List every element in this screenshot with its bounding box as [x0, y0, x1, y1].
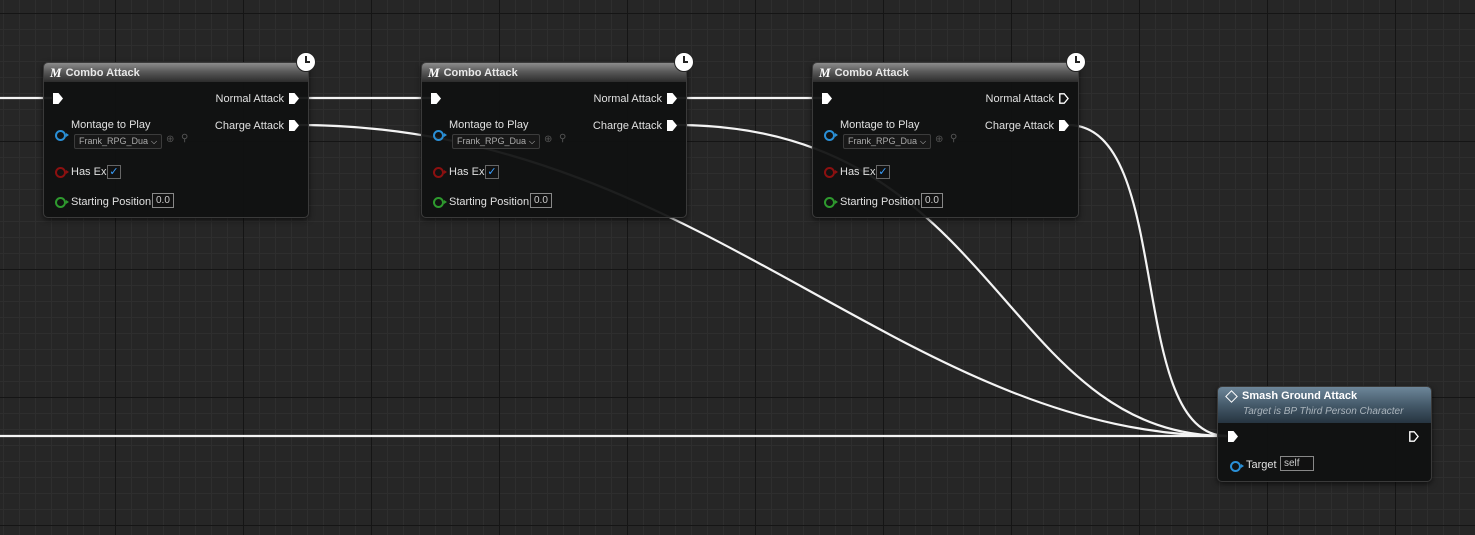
has-ex-checkbox[interactable]: ✓ [485, 165, 499, 179]
target-label: Target [1246, 459, 1277, 471]
starting-position-label: Starting Position [71, 196, 152, 208]
has-ex-pin[interactable] [55, 167, 72, 178]
charge-attack-label: Charge Attack [214, 120, 284, 132]
smash-ground-attack-node[interactable]: Smash Ground Attack Target is BP Third P… [1217, 386, 1432, 482]
starting-position-input[interactable]: 0.0 [530, 193, 552, 208]
montage-value: Frank_RPG_Dua [79, 136, 149, 146]
montage-value: Frank_RPG_Dua [457, 136, 527, 146]
normal-attack-pin[interactable] [1059, 93, 1069, 104]
exec-input-pin[interactable] [53, 93, 63, 104]
function-title: Smash Ground Attack [1242, 390, 1358, 402]
chevron-down-icon: ⌵ [920, 137, 927, 146]
chevron-down-icon: ⌵ [151, 137, 158, 146]
montage-value: Frank_RPG_Dua [848, 136, 918, 146]
montage-icon: M [50, 64, 62, 80]
normal-attack-label: Normal Attack [985, 93, 1054, 105]
combo-attack-node-1[interactable]: M Combo Attack Normal Attack Charge Atta… [43, 52, 316, 218]
starting-position-pin[interactable] [824, 197, 841, 208]
normal-attack-label: Normal Attack [593, 93, 662, 105]
node-title: Combo Attack [443, 66, 518, 79]
starting-position-pin[interactable] [55, 197, 72, 208]
montage-label: Montage to Play [449, 119, 529, 131]
function-subtitle: Target is BP Third Person Character [1243, 406, 1404, 417]
montage-label: Montage to Play [71, 119, 151, 131]
target-input[interactable]: self [1280, 456, 1314, 471]
normal-attack-pin[interactable] [289, 93, 299, 104]
function-icon [1225, 390, 1238, 403]
normal-attack-label: Normal Attack [215, 93, 284, 105]
clock-icon [296, 52, 316, 72]
browse-icon[interactable]: ⚲ [181, 133, 188, 144]
clock-icon [1066, 52, 1086, 72]
montage-label: Montage to Play [840, 119, 920, 131]
exec-input-pin[interactable] [822, 93, 832, 104]
clock-icon [674, 52, 694, 72]
has-ex-checkbox[interactable]: ✓ [876, 165, 890, 179]
node-header[interactable]: M Combo Attack [44, 63, 308, 82]
starting-position-pin[interactable] [433, 197, 450, 208]
charge-attack-pin[interactable] [667, 120, 677, 131]
starting-position-input[interactable]: 0.0 [152, 193, 174, 208]
use-asset-icon[interactable]: ⊕ [935, 134, 943, 145]
montage-dropdown[interactable]: Frank_RPG_Dua ⌵ [843, 134, 932, 149]
montage-pin[interactable] [824, 130, 841, 141]
node-title: Combo Attack [65, 66, 140, 79]
has-ex-label: Has Ex [71, 166, 107, 178]
node-title: Combo Attack [834, 66, 909, 79]
has-ex-label: Has Ex [840, 166, 876, 178]
montage-icon: M [819, 64, 831, 80]
node-header[interactable]: M Combo Attack [813, 63, 1078, 82]
combo-attack-node-2[interactable]: M Combo Attack Normal Attack Charge Atta… [421, 52, 694, 218]
exec-input-pin[interactable] [1228, 431, 1238, 442]
montage-icon: M [428, 64, 440, 80]
normal-attack-pin[interactable] [667, 93, 677, 104]
chevron-down-icon: ⌵ [529, 137, 536, 146]
starting-position-input[interactable]: 0.0 [921, 193, 943, 208]
use-asset-icon[interactable]: ⊕ [544, 134, 552, 145]
combo-attack-node-3[interactable]: M Combo Attack Normal Attack Charge Atta… [812, 52, 1086, 218]
montage-pin[interactable] [433, 130, 450, 141]
charge-attack-label: Charge Attack [592, 120, 662, 132]
has-ex-pin[interactable] [433, 167, 450, 178]
has-ex-pin[interactable] [824, 167, 841, 178]
charge-attack-label: Charge Attack [984, 120, 1054, 132]
use-asset-icon[interactable]: ⊕ [166, 134, 174, 145]
starting-position-label: Starting Position [449, 196, 530, 208]
charge-attack-pin[interactable] [1059, 120, 1069, 131]
charge-attack-pin[interactable] [289, 120, 299, 131]
montage-dropdown[interactable]: Frank_RPG_Dua ⌵ [74, 134, 163, 149]
exec-input-pin[interactable] [431, 93, 441, 104]
montage-pin[interactable] [55, 130, 72, 141]
montage-dropdown[interactable]: Frank_RPG_Dua ⌵ [452, 134, 541, 149]
has-ex-label: Has Ex [449, 166, 485, 178]
target-pin[interactable] [1230, 461, 1247, 472]
has-ex-checkbox[interactable]: ✓ [107, 165, 121, 179]
node-header[interactable]: M Combo Attack [422, 63, 686, 82]
browse-icon[interactable]: ⚲ [559, 133, 566, 144]
browse-icon[interactable]: ⚲ [950, 133, 957, 144]
exec-output-pin[interactable] [1409, 431, 1419, 442]
starting-position-label: Starting Position [840, 196, 921, 208]
function-header[interactable]: Smash Ground Attack Target is BP Third P… [1218, 387, 1431, 423]
